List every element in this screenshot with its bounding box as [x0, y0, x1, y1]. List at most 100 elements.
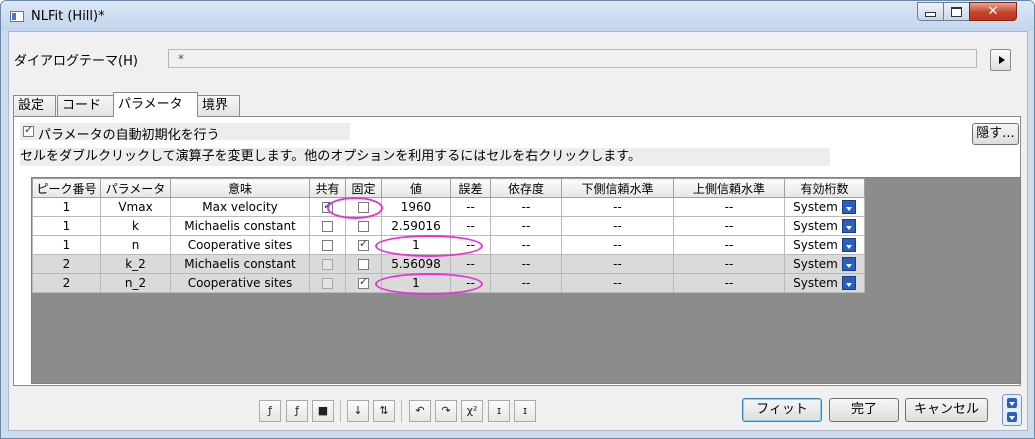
lcl-cell[interactable]: -- [561, 254, 674, 274]
fixed-cell[interactable] [345, 273, 382, 293]
peak-cell[interactable]: 1 [32, 216, 101, 236]
ucl-cell[interactable]: -- [673, 273, 785, 293]
fixed-checkbox[interactable] [358, 237, 369, 251]
title-bar[interactable]: NLFit (Hill)* ✕ [1, 1, 1034, 31]
lcl-cell[interactable]: -- [561, 235, 674, 255]
save-icon[interactable]: ■ [312, 400, 334, 422]
fixed-cell[interactable] [345, 254, 382, 274]
auto-init-checkbox[interactable] [23, 123, 34, 137]
shared-checkbox[interactable] [322, 199, 333, 213]
header-peak[interactable]: ピーク番号 [32, 178, 101, 198]
dropdown-icon[interactable] [841, 238, 856, 253]
maximize-button[interactable] [943, 2, 970, 21]
theme-menu-arrow-icon[interactable] [990, 49, 1011, 71]
param-cell[interactable]: Vmax [100, 197, 171, 217]
error-cell[interactable]: -- [450, 235, 491, 255]
ucl-cell[interactable]: -- [673, 216, 785, 236]
dropdown-icon[interactable] [841, 276, 856, 291]
fixed-cell[interactable] [345, 235, 382, 255]
fixed-cell[interactable] [345, 216, 382, 236]
fixed-checkbox[interactable] [358, 259, 369, 270]
dependency-cell[interactable]: -- [490, 254, 562, 274]
header-error[interactable]: 誤差 [450, 178, 491, 198]
shared-checkbox[interactable] [322, 259, 333, 270]
dropdown-icon[interactable] [841, 257, 856, 272]
done-button[interactable]: 完了 [829, 398, 899, 422]
ucl-cell[interactable]: -- [673, 254, 785, 274]
shared-cell[interactable] [309, 235, 346, 255]
shared-checkbox[interactable] [322, 221, 333, 232]
value-cell[interactable]: 1 [381, 273, 451, 293]
peak-cell[interactable]: 1 [32, 197, 101, 217]
shared-checkbox[interactable] [322, 278, 333, 289]
error-cell[interactable]: -- [450, 273, 491, 293]
peak-cell[interactable]: 2 [32, 254, 101, 274]
arrange-icon[interactable]: ⇅ [373, 400, 395, 422]
header-fixed[interactable]: 固定 [345, 178, 382, 198]
fixed-checkbox[interactable] [358, 275, 369, 289]
fx-icon[interactable]: ƒ [259, 400, 281, 422]
meaning-cell[interactable]: Michaelis constant [170, 254, 310, 274]
fixed-cell[interactable] [345, 197, 382, 217]
header-shared[interactable]: 共有 [309, 178, 346, 198]
dependency-cell[interactable]: -- [490, 216, 562, 236]
expand-button[interactable] [1002, 394, 1022, 426]
value-cell[interactable]: 5.56098 [381, 254, 451, 274]
cancel-button[interactable]: キャンセル [905, 398, 988, 422]
shared-cell[interactable] [309, 197, 346, 217]
peak-cell[interactable]: 1 [32, 235, 101, 255]
header-significant-digits[interactable]: 有効桁数 [784, 178, 865, 198]
tab-settings[interactable]: 設定 [13, 95, 56, 116]
header-dependency[interactable]: 依存度 [490, 178, 562, 198]
param-cell[interactable]: n_2 [100, 273, 171, 293]
sig-cell[interactable]: System [784, 216, 865, 236]
value-cell[interactable]: 1960 [381, 197, 451, 217]
header-meaning[interactable]: 意味 [170, 178, 310, 198]
error-cell[interactable]: -- [450, 216, 491, 236]
minimize-button[interactable] [917, 2, 944, 21]
value-cell[interactable]: 2.59016 [381, 216, 451, 236]
sort-icon[interactable]: ↓ [347, 400, 369, 422]
header-value[interactable]: 値 [381, 178, 451, 198]
sig-cell[interactable]: System [784, 197, 865, 217]
sig-cell[interactable]: System [784, 254, 865, 274]
function-file-icon[interactable]: ƒ [286, 400, 308, 422]
header-lcl[interactable]: 下側信頼水準 [561, 178, 674, 198]
one-iteration-icon[interactable]: ɪ [488, 400, 510, 422]
header-parameter[interactable]: パラメータ [100, 178, 171, 198]
undo-icon[interactable]: ↶ [409, 400, 431, 422]
meaning-cell[interactable]: Cooperative sites [170, 235, 310, 255]
fit-button[interactable]: フィット [742, 398, 822, 422]
error-cell[interactable]: -- [450, 254, 491, 274]
fixed-checkbox[interactable] [358, 221, 369, 232]
lcl-cell[interactable]: -- [561, 216, 674, 236]
dependency-cell[interactable]: -- [490, 235, 562, 255]
lcl-cell[interactable]: -- [561, 273, 674, 293]
shared-cell[interactable] [309, 216, 346, 236]
close-button[interactable]: ✕ [969, 2, 1017, 21]
fixed-checkbox[interactable] [358, 202, 369, 213]
hide-button[interactable]: 隠す... [972, 123, 1019, 145]
header-ucl[interactable]: 上側信頼水準 [673, 178, 785, 198]
param-cell[interactable]: n [100, 235, 171, 255]
ucl-cell[interactable]: -- [673, 235, 785, 255]
shared-checkbox[interactable] [322, 240, 333, 251]
lcl-cell[interactable]: -- [561, 197, 674, 217]
tab-code[interactable]: コード [57, 95, 114, 116]
dependency-cell[interactable]: -- [490, 273, 562, 293]
sig-cell[interactable]: System [784, 273, 865, 293]
dropdown-icon[interactable] [841, 200, 856, 215]
sig-cell[interactable]: System [784, 235, 865, 255]
value-cell[interactable]: 1 [381, 235, 451, 255]
fit-until-converged-icon[interactable]: ɪ [514, 400, 536, 422]
error-cell[interactable]: -- [450, 197, 491, 217]
dialog-theme-field[interactable]: * [168, 49, 977, 68]
tab-bounds[interactable]: 境界 [197, 95, 240, 116]
peak-cell[interactable]: 2 [32, 273, 101, 293]
shared-cell[interactable] [309, 273, 346, 293]
param-cell[interactable]: k_2 [100, 254, 171, 274]
dependency-cell[interactable]: -- [490, 197, 562, 217]
redo-icon[interactable]: ↷ [435, 400, 457, 422]
shared-cell[interactable] [309, 254, 346, 274]
ucl-cell[interactable]: -- [673, 197, 785, 217]
